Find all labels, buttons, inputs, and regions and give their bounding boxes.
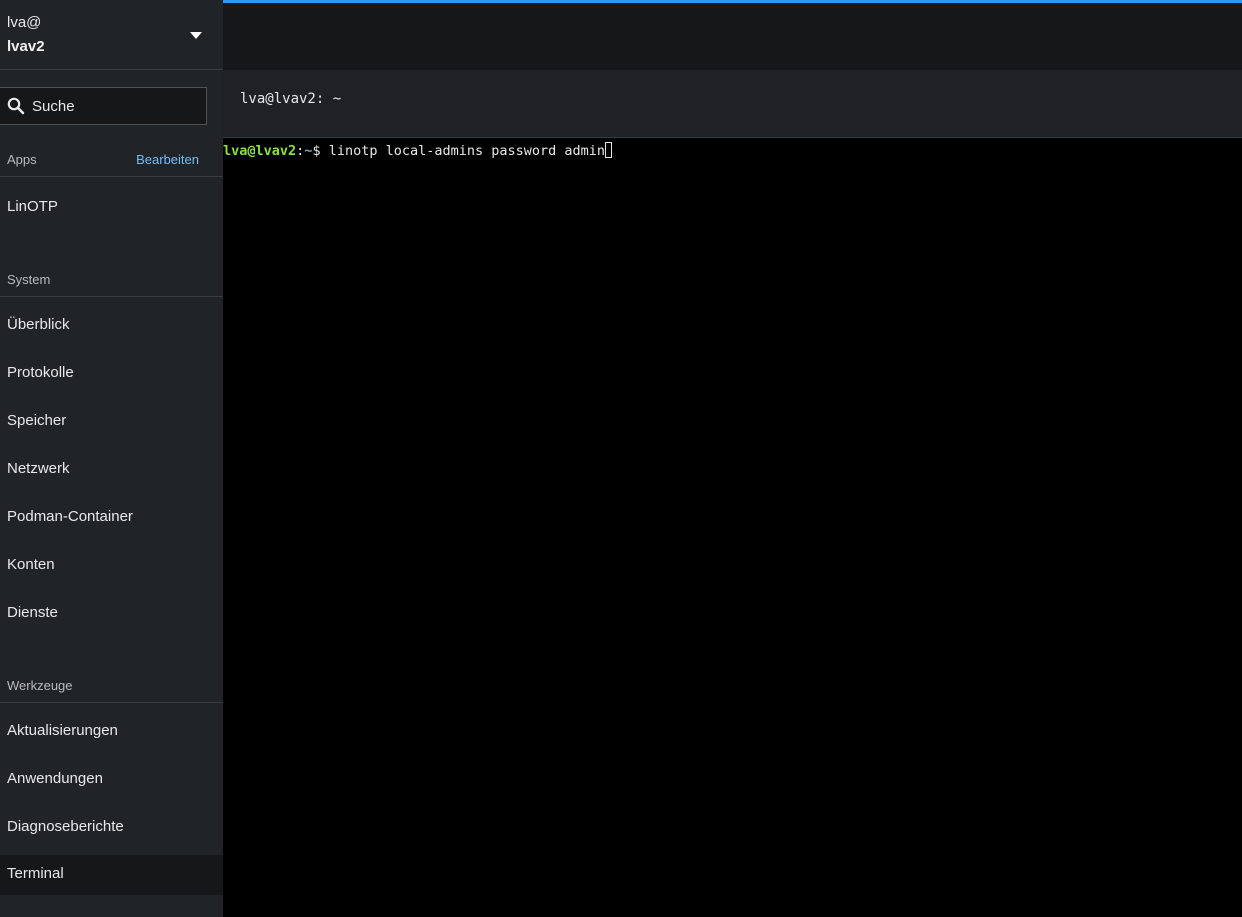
system-section-header: System xyxy=(0,265,223,297)
sidebar-item-label: Diagnoseberichte xyxy=(7,818,124,835)
cockpit-window: lva@ lvav2 Apps Bearbeiten LinOTP System… xyxy=(0,0,1242,917)
sidebar-item-terminal[interactable]: Terminal xyxy=(0,855,223,895)
terminal-screen[interactable]: lva@lvav2:~$ linotp local-admins passwor… xyxy=(223,138,1242,917)
prompt-symbol: $ xyxy=(312,143,329,159)
sidebar-item-label: Terminal xyxy=(7,865,64,882)
tools-section-title: Werkzeuge xyxy=(7,678,73,693)
sidebar: lva@ lvav2 Apps Bearbeiten LinOTP System… xyxy=(0,0,223,917)
sidebar-item-podman[interactable]: Podman-Container xyxy=(0,498,223,538)
tools-section-header: Werkzeuge xyxy=(0,671,223,703)
sidebar-item-overview[interactable]: Überblick xyxy=(0,306,223,346)
sidebar-item-accounts[interactable]: Konten xyxy=(0,546,223,586)
terminal-titlebar: lva@lvav2: ~ xyxy=(223,70,1242,138)
sidebar-item-label: Speicher xyxy=(7,412,67,429)
top-bar xyxy=(223,3,1242,70)
apps-section-header: Apps Bearbeiten xyxy=(0,145,223,177)
sidebar-item-label: Dienste xyxy=(7,604,58,621)
host-switcher[interactable]: lva@ lvav2 xyxy=(0,0,223,70)
sidebar-item-label: Aktualisierungen xyxy=(7,722,118,739)
text-cursor xyxy=(605,142,613,158)
sidebar-item-label: Protokolle xyxy=(7,364,74,381)
sidebar-item-label: LinOTP xyxy=(7,198,58,215)
host-name: lvav2 xyxy=(7,38,45,55)
sidebar-item-label: Anwendungen xyxy=(7,770,103,787)
terminal-title: lva@lvav2: ~ xyxy=(240,91,342,107)
search-box[interactable] xyxy=(0,87,207,125)
sidebar-item-label: Überblick xyxy=(7,316,70,333)
chevron-down-icon[interactable] xyxy=(190,32,202,39)
sidebar-item-storage[interactable]: Speicher xyxy=(0,402,223,442)
search-input[interactable] xyxy=(32,88,202,124)
sidebar-item-linotp[interactable]: LinOTP xyxy=(0,188,223,228)
host-user: lva@ xyxy=(7,14,42,31)
sidebar-item-label: Netzwerk xyxy=(7,460,70,477)
sidebar-item-network[interactable]: Netzwerk xyxy=(0,450,223,490)
edit-apps-link[interactable]: Bearbeiten xyxy=(136,152,199,167)
prompt-user: lva@lvav2 xyxy=(223,143,297,159)
sidebar-item-services[interactable]: Dienste xyxy=(0,594,223,634)
search-icon xyxy=(7,97,25,115)
terminal-line: lva@lvav2:~$ linotp local-admins passwor… xyxy=(223,142,613,160)
sidebar-item-label: Podman-Container xyxy=(7,508,133,525)
system-section-title: System xyxy=(7,272,51,287)
apps-section-title: Apps xyxy=(7,152,37,167)
sidebar-item-diagnostic-reports[interactable]: Diagnoseberichte xyxy=(0,808,223,848)
sidebar-item-applications[interactable]: Anwendungen xyxy=(0,760,223,800)
sidebar-item-updates[interactable]: Aktualisierungen xyxy=(0,712,223,752)
terminal-command: linotp local-admins password admin xyxy=(328,143,606,159)
sidebar-item-logs[interactable]: Protokolle xyxy=(0,354,223,394)
sidebar-item-label: Konten xyxy=(7,556,55,573)
main-content: lva@lvav2: ~ lva@lvav2:~$ linotp local-a… xyxy=(223,0,1242,917)
